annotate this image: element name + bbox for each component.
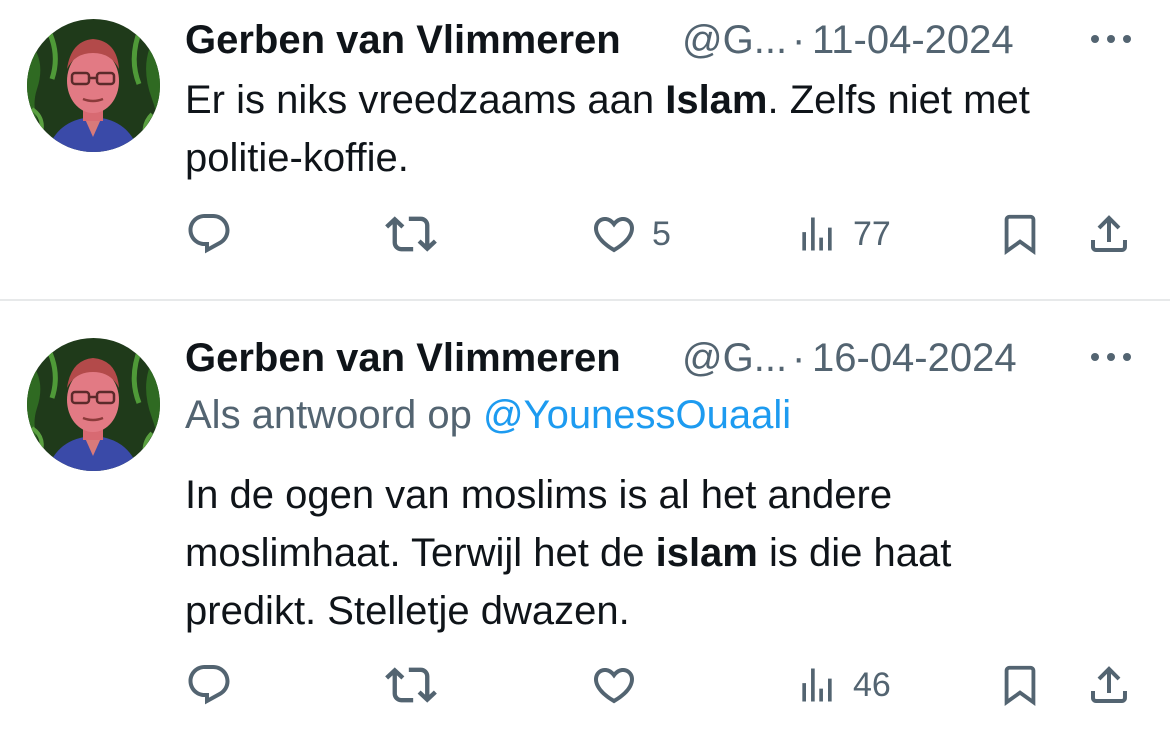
bookmark-icon xyxy=(1004,214,1036,255)
views-button[interactable]: 77 xyxy=(795,204,891,264)
text-span: In de ogen van moslims is al het andere xyxy=(185,473,893,517)
tweet-text-line: Er is niks vreedzaams aan Islam. Zelfs n… xyxy=(185,71,1030,129)
action-bar: 46 xyxy=(185,655,1145,715)
tweet[interactable]: Gerben van Vlimmeren @G... · 16-04-2024 … xyxy=(0,301,1170,733)
author-handle[interactable]: @G... xyxy=(682,336,787,381)
tweet-text: In de ogen van moslims is al het andere … xyxy=(185,466,951,640)
like-button[interactable]: 5 xyxy=(590,204,671,264)
retweet-button[interactable] xyxy=(385,204,437,264)
separator-dot: · xyxy=(792,18,806,62)
text-span: is die haat xyxy=(757,531,952,575)
text-span: Er is niks vreedzaams aan xyxy=(185,78,666,122)
tweet[interactable]: Gerben van Vlimmeren @G... · 11-04-2024 … xyxy=(0,0,1170,300)
text-span: . Zelfs niet met xyxy=(767,78,1030,122)
reply-context: Als antwoord op @YounessOuaali xyxy=(185,393,791,438)
tweet-text-line: predikt. Stelletje dwazen. xyxy=(185,582,951,640)
tweet-date[interactable]: 11-04-2024 xyxy=(812,18,1014,63)
retweet-icon xyxy=(385,216,437,252)
tweet-text: Er is niks vreedzaams aan Islam. Zelfs n… xyxy=(185,71,1030,187)
more-horizontal-icon[interactable] xyxy=(1083,332,1139,382)
more-horizontal-icon[interactable] xyxy=(1083,14,1139,64)
view-count: 46 xyxy=(853,665,891,704)
tweet-text-line: politie-koffie. xyxy=(185,129,1030,187)
separator-dot: · xyxy=(792,336,806,380)
author-name[interactable]: Gerben van Vlimmeren xyxy=(185,18,621,63)
tweet-header: Gerben van Vlimmeren @G... · 11-04-2024 xyxy=(185,14,1170,64)
author-handle[interactable]: @G... xyxy=(682,18,787,63)
like-count: 5 xyxy=(652,214,671,253)
tweet-text-line: In de ogen van moslims is al het andere xyxy=(185,466,951,524)
bold-term: Islam xyxy=(665,78,768,122)
reply-button[interactable] xyxy=(185,204,233,264)
share-upload-icon xyxy=(1091,666,1127,703)
reply-prefix: Als antwoord op xyxy=(185,393,483,437)
text-span: predikt. Stelletje dwazen. xyxy=(185,589,630,633)
reply-bubble-icon xyxy=(188,665,230,705)
views-button[interactable]: 46 xyxy=(795,655,891,715)
action-bar: 5 77 xyxy=(185,204,1145,264)
tweet-header: Gerben van Vlimmeren @G... · 16-04-2024 xyxy=(185,332,1170,382)
tweet-date[interactable]: 16-04-2024 xyxy=(812,336,1017,381)
reply-mention-link[interactable]: @YounessOuaali xyxy=(483,393,791,437)
heart-icon xyxy=(593,217,635,253)
bold-term: islam xyxy=(655,531,758,575)
text-span: moslimhaat. Terwijl het de xyxy=(185,531,656,575)
bookmark-button[interactable] xyxy=(997,204,1043,264)
reply-button[interactable] xyxy=(185,655,233,715)
reply-bubble-icon xyxy=(188,214,230,254)
author-name[interactable]: Gerben van Vlimmeren xyxy=(185,336,621,381)
retweet-icon xyxy=(385,667,437,703)
view-count: 77 xyxy=(853,214,891,253)
share-upload-icon xyxy=(1091,215,1127,252)
tweet-text-line: moslimhaat. Terwijl het de islam is die … xyxy=(185,524,951,582)
views-bar-chart-icon xyxy=(802,668,832,702)
share-button[interactable] xyxy=(1085,204,1133,264)
heart-icon xyxy=(593,668,635,704)
bookmark-button[interactable] xyxy=(997,655,1043,715)
bookmark-icon xyxy=(1004,665,1036,706)
text-span: politie-koffie. xyxy=(185,136,409,180)
views-bar-chart-icon xyxy=(802,217,832,251)
retweet-button[interactable] xyxy=(385,655,437,715)
share-button[interactable] xyxy=(1085,655,1133,715)
avatar[interactable] xyxy=(27,19,160,152)
like-button[interactable] xyxy=(590,655,652,715)
avatar[interactable] xyxy=(27,338,160,471)
